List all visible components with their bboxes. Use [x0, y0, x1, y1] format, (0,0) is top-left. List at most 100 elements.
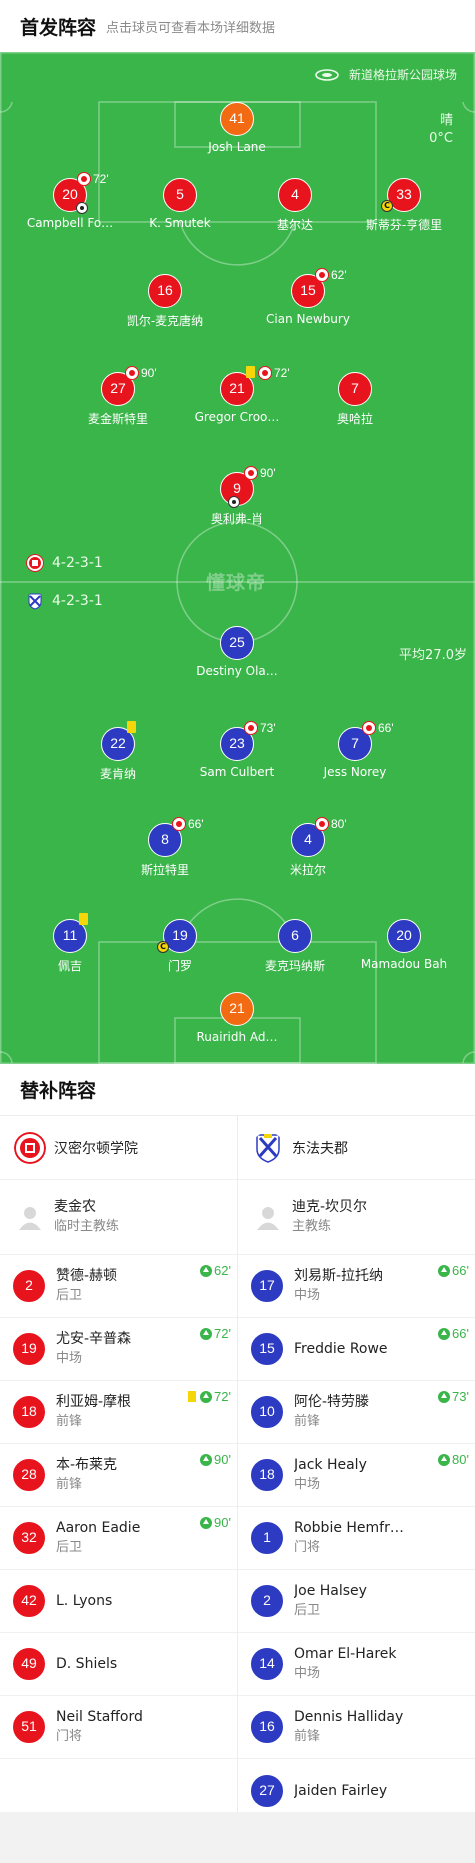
player-number: 6: [278, 919, 312, 953]
home-player[interactable]: 9 90' 奥利弗-肖: [162, 466, 312, 527]
sub-player-row[interactable]: 18 Jack Healy 中场 80': [238, 1444, 475, 1507]
away-team-crest-icon: [256, 1133, 280, 1163]
home-crest-icon: [26, 554, 44, 572]
player-name: 尤安-辛普森: [56, 1331, 132, 1347]
subs-title: 替补阵容: [20, 1080, 97, 1102]
sub-player-row[interactable]: 17 刘易斯-拉托纳 中场 66': [238, 1255, 475, 1318]
sub-minute: 66': [378, 721, 394, 735]
player-name: Jess Norey: [323, 765, 387, 779]
player-name: Jaiden Fairley: [294, 1782, 388, 1799]
player-number: 27: [250, 1773, 284, 1808]
sub-player-row[interactable]: 32 Aaron Eadie 后卫 90': [0, 1507, 237, 1570]
home-formation: 4-2-3-1: [26, 554, 103, 572]
home-player[interactable]: 33 C 斯蒂芬-亨德里: [329, 178, 475, 233]
player-position: 后卫: [56, 1540, 83, 1555]
coach-avatar-icon: [19, 1207, 41, 1230]
player-name: 本-布莱克: [56, 1457, 118, 1473]
player-position: 前锋: [294, 1414, 321, 1429]
away-team-row[interactable]: 东法夫郡: [238, 1116, 475, 1180]
sub-player-row[interactable]: 15 Freddie Rowe 66': [238, 1318, 475, 1381]
injury-icon: [76, 202, 88, 214]
sub-in-icon: [200, 1264, 213, 1277]
sub-player-row[interactable]: 19 尤安-辛普森 中场 72': [0, 1318, 237, 1381]
sub-in-minute: 73': [452, 1389, 469, 1404]
subs-list: 汉密尔顿学院 麦金农 临时主教练 2 赞德-赫顿 后卫 62' 19 尤安-辛普森…: [0, 1116, 475, 1812]
sub-out-icon: [125, 366, 139, 380]
yellow-card-icon: [188, 1391, 197, 1402]
player-number: 17: [250, 1269, 284, 1303]
sub-player-row[interactable]: 10 阿伦-特劳滕 前锋 73': [238, 1381, 475, 1444]
sub-player-row[interactable]: 28 本-布莱克 前锋 90': [0, 1444, 237, 1507]
player-name: 奥利弗-肖: [210, 512, 264, 526]
player-name: Ruairidh Ad…: [196, 1030, 278, 1044]
yellow-card-icon: [127, 721, 136, 733]
sub-player-row[interactable]: 16 Dennis Halliday 前锋: [238, 1696, 475, 1759]
sub-in-icon: [200, 1516, 213, 1529]
player-number: 20: [387, 919, 421, 953]
lineup-subtitle: 点击球员可查看本场详细数据: [106, 20, 276, 36]
weather-condition: 晴: [439, 113, 453, 128]
player-position: 中场: [294, 1666, 321, 1681]
home-player[interactable]: 7 奥哈拉: [280, 372, 430, 427]
player-name: 凯尔-麦克唐纳: [126, 314, 204, 328]
away-player[interactable]: 8 66' 斯拉特里: [90, 817, 240, 878]
player-name: D. Shiels: [56, 1656, 118, 1672]
player-name: Joe Halsey: [294, 1583, 367, 1599]
away-crest-icon: [28, 593, 42, 610]
home-player[interactable]: 15 62' Cian Newbury: [233, 268, 383, 326]
away-player[interactable]: 20 Mamadou Bah: [329, 919, 475, 971]
sub-player-row[interactable]: 1 Robbie Hemfr… 门将: [238, 1507, 475, 1570]
sub-in-icon: [200, 1390, 213, 1403]
sub-in-badge: 90': [200, 1452, 231, 1467]
sub-player-row[interactable]: 42 L. Lyons: [0, 1570, 237, 1633]
coach-name: 迪克-坎贝尔: [292, 1199, 368, 1215]
player-name: Robbie Hemfr…: [294, 1520, 404, 1536]
player-number: 16: [148, 274, 182, 308]
captain-icon: C: [157, 941, 169, 953]
sub-in-minute: 90': [214, 1452, 231, 1467]
sub-player-row[interactable]: 2 赞德-赫顿 后卫 62': [0, 1255, 237, 1318]
player-name: L. Lyons: [56, 1593, 113, 1609]
player-number: 41: [220, 102, 254, 136]
player-number: 18: [250, 1458, 284, 1492]
sub-in-icon: [438, 1264, 451, 1277]
coach-role: 主教练: [292, 1219, 332, 1234]
sub-player-row[interactable]: 27 Jaiden Fairley: [238, 1759, 475, 1822]
player-name: Neil Stafford: [56, 1709, 143, 1725]
sub-minute: 73': [260, 721, 276, 735]
lineup-title: 首发阵容: [20, 16, 97, 39]
player-position: 前锋: [294, 1729, 321, 1744]
subs-header: 替补阵容: [0, 1064, 475, 1116]
player-name: 米拉尔: [289, 863, 326, 877]
sub-out-icon: [77, 172, 91, 186]
watermark: 懂球帝: [206, 572, 267, 594]
sub-out-icon: [244, 466, 258, 480]
stadium-info: 新道格拉斯公园球场: [315, 66, 457, 83]
lineup-header: 首发阵容 点击球员可查看本场详细数据: [0, 0, 475, 52]
home-player[interactable]: 16 凯尔-麦克唐纳: [90, 274, 240, 329]
sub-out-icon: [315, 817, 329, 831]
sub-player-row[interactable]: 18 利亚姆-摩根 前锋 72': [0, 1381, 237, 1444]
player-position: 门将: [294, 1540, 321, 1555]
home-team-row[interactable]: 汉密尔顿学院: [0, 1116, 237, 1180]
away-player[interactable]: 21 Ruairidh Ad…: [162, 992, 312, 1044]
player-name: Dennis Halliday: [294, 1709, 404, 1725]
sub-in-badge: 66': [438, 1326, 469, 1341]
sub-in-badge: 72': [200, 1326, 231, 1341]
player-position: 后卫: [56, 1288, 83, 1303]
away-player[interactable]: 7 66' Jess Norey: [280, 721, 430, 779]
player-name: Freddie Rowe: [294, 1341, 388, 1357]
home-player[interactable]: 41 Josh Lane: [162, 102, 312, 154]
away-player[interactable]: 4 80' 米拉尔: [233, 817, 383, 878]
player-number: 32: [12, 1521, 46, 1555]
sub-player-row[interactable]: 49 D. Shiels: [0, 1633, 237, 1696]
sub-player-row[interactable]: 51 Neil Stafford 门将: [0, 1696, 237, 1759]
sub-in-icon: [200, 1453, 213, 1466]
sub-player-row[interactable]: 2 Joe Halsey 后卫: [238, 1570, 475, 1633]
home-coach-row[interactable]: 麦金农 临时主教练: [0, 1180, 237, 1255]
sub-player-row[interactable]: 14 Omar El-Harek 中场: [238, 1633, 475, 1696]
sub-minute: 62': [331, 268, 347, 282]
away-coach-row[interactable]: 迪克-坎贝尔 主教练: [238, 1180, 475, 1255]
player-position: 前锋: [56, 1414, 83, 1429]
away-player[interactable]: 25 Destiny Ola…: [162, 626, 312, 678]
